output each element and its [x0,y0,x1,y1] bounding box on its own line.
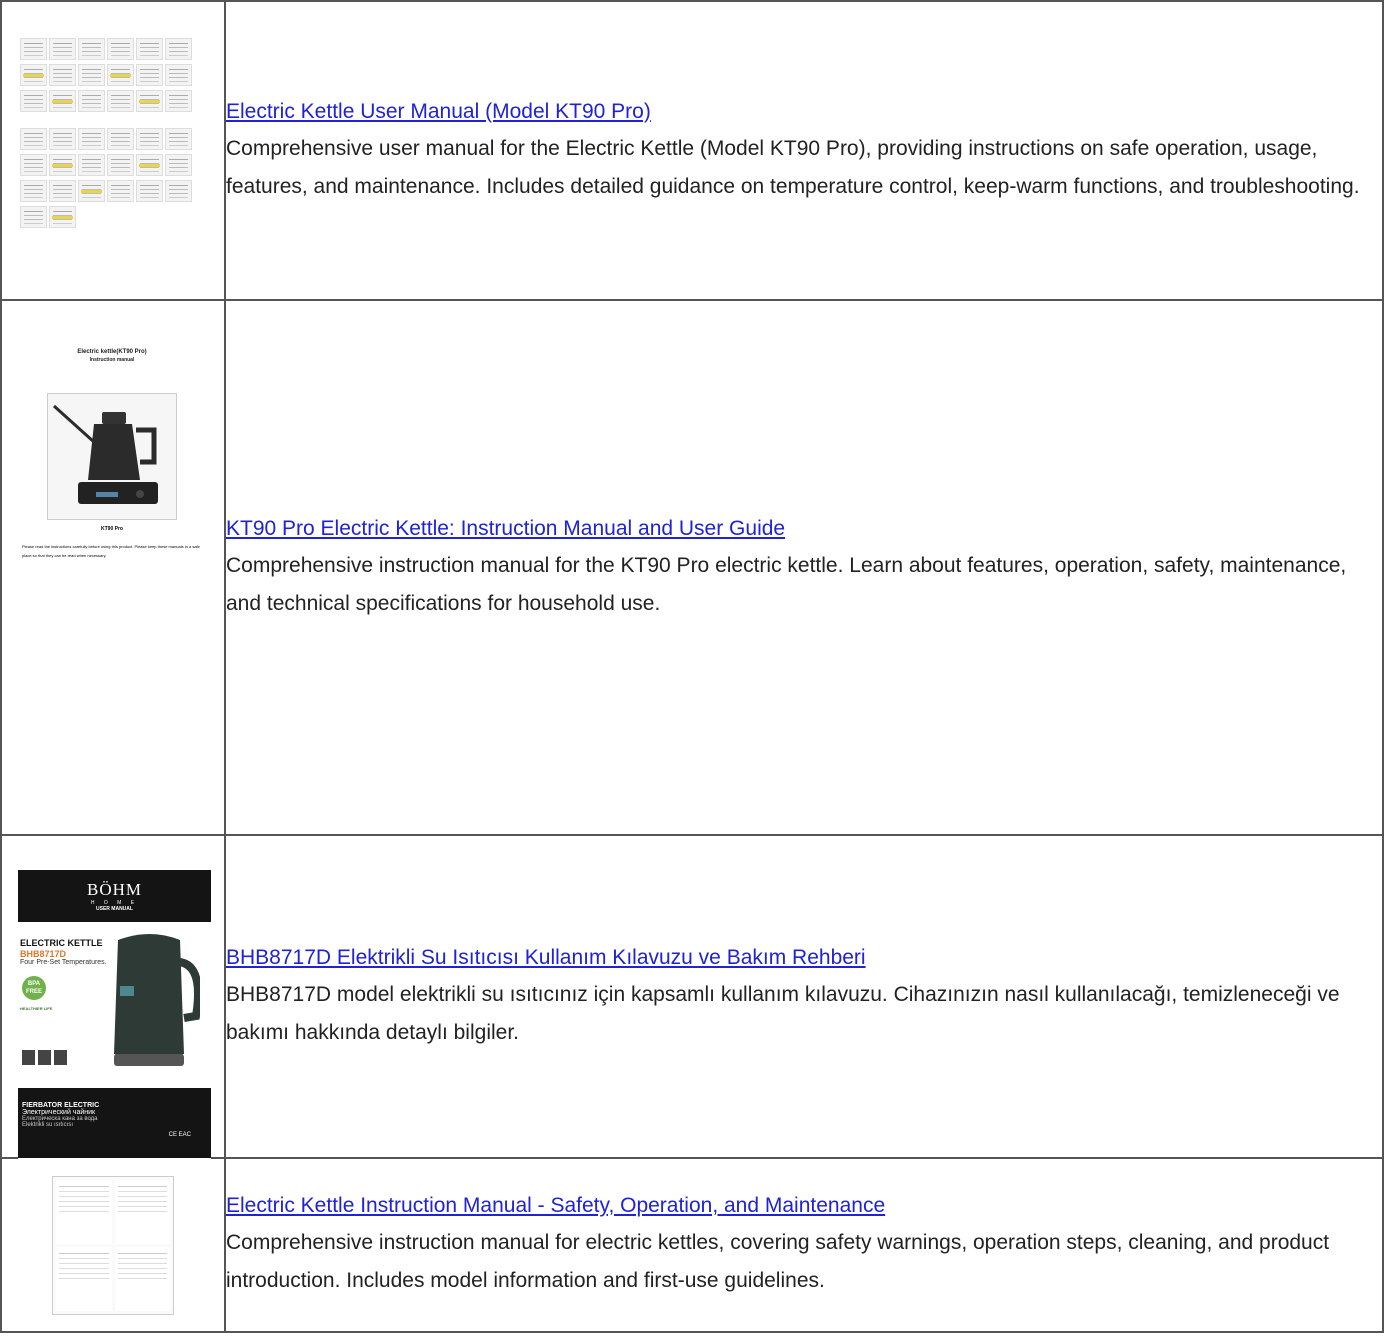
thumbnail-image[interactable]: Electric kettle(KT90 Pro) Instruction ma… [22,341,202,560]
cover-note: Please read the instructions carefully b… [22,544,200,558]
thumbnail-cell [1,1158,226,1333]
document-description: Comprehensive user manual for the Electr… [226,136,1360,198]
cover-caption: KT90 Pro [101,526,123,532]
list-item: Electric Kettle User Manual (Model KT90 … [1,1,1384,301]
text-cell: Electric Kettle Instruction Manual - Saf… [225,1158,1384,1333]
list-item: Electric Kettle Instruction Manual - Saf… [1,1158,1384,1333]
thumbnail-image[interactable] [52,1176,174,1315]
document-description: BHB8717D model elektrikli su ısıtıcınız … [226,982,1340,1044]
cover-model: BHB8717D [20,949,67,959]
list-item: Electric kettle(KT90 Pro) Instruction ma… [1,300,1384,836]
thumbnail-cell: Electric kettle(KT90 Pro) Instruction ma… [1,300,226,836]
document-list: Electric Kettle User Manual (Model KT90 … [0,0,1384,1333]
text-cell: KT90 Pro Electric Kettle: Instruction Ma… [225,300,1384,836]
healthy-label: HEALTHIER LIFE [20,1006,53,1011]
cover-subtitle: Instruction manual [89,357,135,363]
document-description: Comprehensive instruction manual for ele… [226,1231,1330,1292]
brand-sub2: USER MANUAL [96,906,133,912]
cert-marks: CE EAC [168,1132,191,1138]
document-title-link[interactable]: Electric Kettle Instruction Manual - Saf… [226,1190,885,1222]
text-cell: Electric Kettle User Manual (Model KT90 … [225,1,1384,301]
cover-tagline: Four Pre-Set Temperatures. [20,959,107,966]
document-title-link[interactable]: Electric Kettle User Manual (Model KT90 … [226,96,651,128]
cover-bottom-title: FIERBATOR ELECTRIC [22,1102,100,1109]
kettle-photo [47,393,177,520]
document-description: Comprehensive instruction manual for the… [226,553,1347,615]
kettle-photo [114,934,200,1066]
cover-bottom-ru: Электрический чайник [22,1109,96,1116]
text-cell: BHB8717D Elektrikli Su Isıtıcısı Kullanı… [225,835,1384,1159]
thumbnail-cell [1,1,226,301]
document-title-link[interactable]: KT90 Pro Electric Kettle: Instruction Ma… [226,513,785,545]
feature-icons [22,1050,70,1070]
cover-product: ELECTRIC KETTLE [20,938,103,948]
cover-title: Electric kettle(KT90 Pro) [77,349,147,355]
thumbnail-image[interactable]: BÖHM H O M E USER MANUAL ELECTRIC KETTLE… [18,870,211,1164]
brand-logo: BÖHM [86,880,142,899]
bpa-badge: BPA FREE [22,976,46,1000]
thumbnail-image[interactable] [20,38,192,244]
thumbnail-cell: BÖHM H O M E USER MANUAL ELECTRIC KETTLE… [1,835,226,1164]
document-title-link[interactable]: BHB8717D Elektrikli Su Isıtıcısı Kullanı… [226,942,866,974]
cover-bottom-tr: Elektrikli su ısıtıcısı [22,1122,74,1128]
list-item: BÖHM H O M E USER MANUAL ELECTRIC KETTLE… [1,835,1384,1164]
